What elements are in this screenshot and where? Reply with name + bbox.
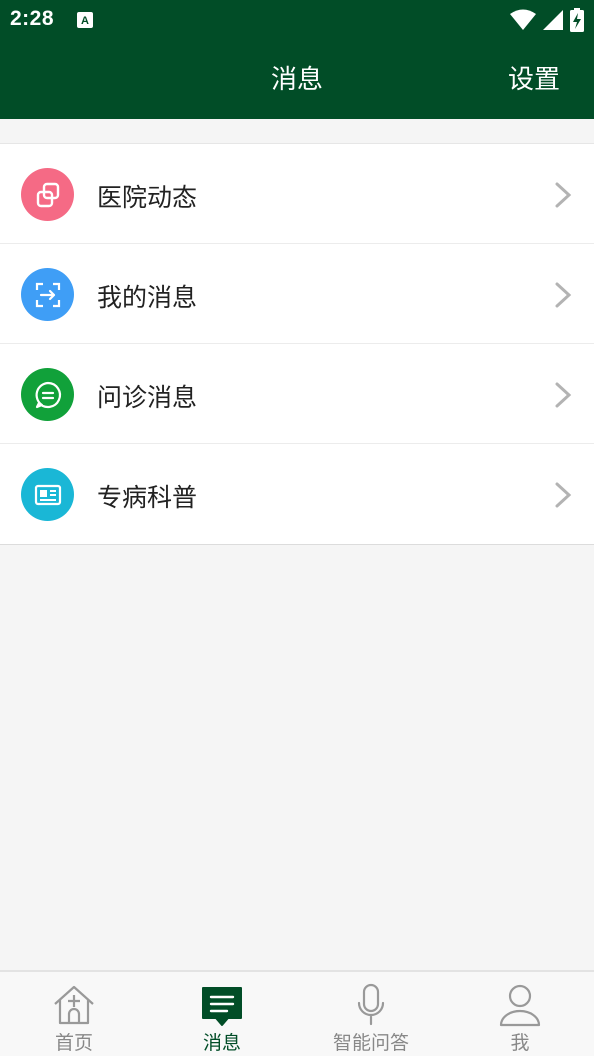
message-category-list: 医院动态 我的消息 问诊消息 专病科普 <box>0 143 594 545</box>
status-bar: 2:28 A <box>0 0 594 40</box>
hospital-news-icon <box>21 168 74 221</box>
status-icons <box>510 8 584 32</box>
chevron-right-icon <box>555 382 572 408</box>
home-icon <box>54 985 94 1025</box>
tab-label: 首页 <box>54 1032 93 1054</box>
tab-me[interactable]: 我 <box>446 972 594 1056</box>
chevron-right-icon <box>555 282 572 308</box>
my-message-icon <box>21 268 74 321</box>
title-bar: 消息 设置 <box>0 40 594 119</box>
chevron-right-icon <box>555 182 572 208</box>
tab-label: 智能问答 <box>332 1032 409 1054</box>
bottom-tab-bar: 首页 消息 智能问答 我 <box>0 970 594 1056</box>
tab-messages[interactable]: 消息 <box>148 972 296 1056</box>
notification-a-icon: A <box>77 12 93 28</box>
consult-chat-icon <box>21 368 74 421</box>
list-item-label: 问诊消息 <box>97 383 198 412</box>
cellular-signal-icon <box>543 10 563 30</box>
chevron-right-icon <box>555 482 572 508</box>
tab-label: 消息 <box>202 1032 241 1054</box>
list-item-disease-science[interactable]: 专病科普 <box>0 444 594 544</box>
list-item-my-messages[interactable]: 我的消息 <box>0 244 594 344</box>
list-item-label: 专病科普 <box>97 483 198 512</box>
science-news-icon <box>21 468 74 521</box>
status-time: 2:28 <box>10 7 55 30</box>
page-title: 消息 <box>270 65 323 95</box>
tab-home[interactable]: 首页 <box>0 972 148 1056</box>
settings-button[interactable]: 设置 <box>508 59 560 96</box>
battery-icon <box>570 8 584 32</box>
list-item-label: 医院动态 <box>97 183 198 212</box>
list-item-label: 我的消息 <box>97 283 198 312</box>
list-item-hospital-news[interactable]: 医院动态 <box>0 144 594 244</box>
person-icon <box>499 984 541 1027</box>
tab-label: 我 <box>510 1032 530 1054</box>
message-icon <box>202 987 242 1026</box>
wifi-icon <box>510 9 536 30</box>
tab-smart-qa[interactable]: 智能问答 <box>297 972 445 1056</box>
list-item-consult-messages[interactable]: 问诊消息 <box>0 344 594 444</box>
microphone-icon <box>357 983 385 1026</box>
svg-text:A: A <box>81 15 89 27</box>
